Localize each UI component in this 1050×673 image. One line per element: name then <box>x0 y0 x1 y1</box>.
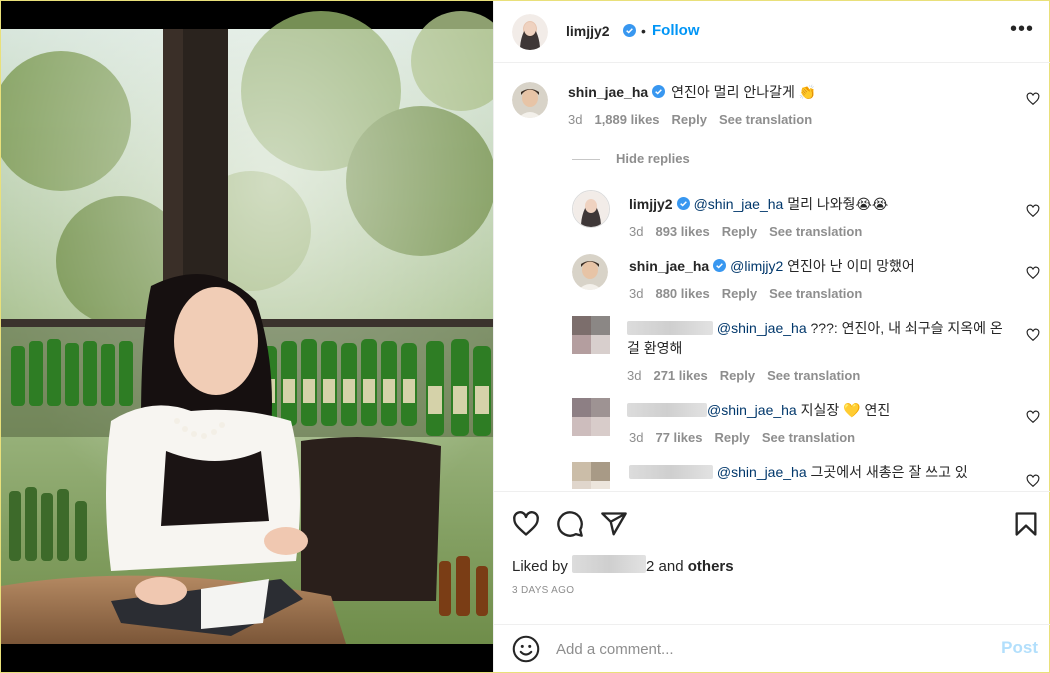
see-translation-button[interactable]: See translation <box>762 430 855 445</box>
more-options-icon[interactable]: ••• <box>1010 19 1034 41</box>
reply-mention[interactable]: @shin_jae_ha <box>717 464 807 480</box>
reply-avatar-pixelated[interactable] <box>572 398 610 436</box>
verified-badge-icon <box>652 85 666 98</box>
bookmark-icon[interactable] <box>1012 510 1040 538</box>
author-avatar[interactable] <box>512 14 548 50</box>
commenter-avatar[interactable] <box>512 82 548 118</box>
post-actions: Liked by 2 and others 3 DAYS AGO <box>494 491 1050 611</box>
like-comment-heart-icon[interactable] <box>1026 474 1040 488</box>
reply-button[interactable]: Reply <box>720 368 755 383</box>
post-header: limjjy2 • Follow ••• <box>494 1 1050 63</box>
hide-replies-button[interactable]: Hide replies <box>572 151 690 166</box>
reply-mention[interactable]: @limjjy2 <box>730 258 783 274</box>
reply-meta: 3d 880 likes Reply See translation <box>629 286 874 301</box>
comment-time[interactable]: 3d <box>568 112 582 127</box>
heart-icon[interactable] <box>512 510 540 538</box>
see-translation-button[interactable]: See translation <box>769 224 862 239</box>
share-icon[interactable] <box>600 510 628 538</box>
reply-text: 그곳에서 새총은 잘 쓰고 있 <box>810 464 968 480</box>
liked-by: Liked by 2 and others <box>512 555 734 575</box>
reply-mention[interactable]: @shin_jae_ha <box>694 196 784 212</box>
reply-likes[interactable]: 880 likes <box>655 286 709 301</box>
comment-username[interactable]: shin_jae_ha <box>568 84 648 100</box>
see-translation-button[interactable]: See translation <box>719 112 812 127</box>
blurred-liker-username[interactable] <box>572 555 647 573</box>
reply-time[interactable]: 3d <box>629 224 643 239</box>
verified-badge-icon <box>676 197 690 210</box>
reply-button[interactable]: Reply <box>672 112 707 127</box>
blurred-username[interactable] <box>627 321 713 335</box>
reply-avatar-pixelated[interactable] <box>572 316 610 354</box>
reply-button[interactable]: Reply <box>722 224 757 239</box>
blurred-username[interactable] <box>629 465 713 479</box>
separator-dot: • <box>641 23 646 39</box>
blurred-username[interactable] <box>627 403 707 417</box>
reply-time[interactable]: 3d <box>629 286 643 301</box>
comments-list[interactable]: shin_jae_ha 연진아 멀리 안나갈게 👏 3d 1,889 likes Re… <box>494 64 1050 489</box>
like-comment-heart-icon[interactable] <box>1026 328 1040 342</box>
verified-badge-icon <box>713 259 727 272</box>
reply-time[interactable]: 3d <box>629 430 643 445</box>
reply-text: 연진아 난 이미 망했어 <box>787 258 915 274</box>
like-comment-heart-icon[interactable] <box>1026 92 1040 106</box>
add-comment-bar: Post <box>494 624 1050 672</box>
reply-avatar-pixelated[interactable] <box>572 462 610 489</box>
reply-meta: 3d 893 likes Reply See translation <box>629 224 874 239</box>
post-time[interactable]: 3 DAYS AGO <box>512 585 574 596</box>
reply-text: 지실장 💛 연진 <box>800 402 891 418</box>
post-detail-panel: limjjy2 • Follow ••• shin_jae_ha 연진아 멀리 안… <box>493 1 1050 672</box>
reply-meta: 3d 77 likes Reply See translation <box>629 430 867 445</box>
follow-button[interactable]: Follow <box>652 22 700 39</box>
comment-likes[interactable]: 1,889 likes <box>594 112 659 127</box>
reply-button[interactable]: Reply <box>714 430 749 445</box>
like-comment-heart-icon[interactable] <box>1026 204 1040 218</box>
reply-mention[interactable]: @shin_jae_ha <box>707 402 797 418</box>
emoji-icon[interactable] <box>512 635 540 663</box>
see-translation-button[interactable]: See translation <box>767 368 860 383</box>
author-username[interactable]: limjjy2 <box>566 23 610 39</box>
comment-meta: 3d 1,889 likes Reply See translation <box>568 112 824 127</box>
like-comment-heart-icon[interactable] <box>1026 410 1040 424</box>
reply-likes[interactable]: 271 likes <box>653 368 707 383</box>
reply-avatar[interactable] <box>572 254 608 290</box>
reply-text: 멀리 나와줭😭😭 <box>787 196 889 212</box>
reply-time[interactable]: 3d <box>627 368 641 383</box>
comment-text: 연진아 멀리 안나갈게 👏 <box>671 84 817 100</box>
like-comment-heart-icon[interactable] <box>1026 266 1040 280</box>
reply-username[interactable]: shin_jae_ha <box>629 258 709 274</box>
see-translation-button[interactable]: See translation <box>769 286 862 301</box>
reply-meta: 3d 271 likes Reply See translation <box>627 368 872 383</box>
reply-likes[interactable]: 893 likes <box>655 224 709 239</box>
comment-input[interactable] <box>556 637 976 661</box>
liked-by-prefix: Liked by <box>512 558 568 575</box>
verified-badge-icon <box>619 23 636 41</box>
reply-avatar[interactable] <box>572 190 610 228</box>
reply-mention[interactable]: @shin_jae_ha <box>717 320 807 336</box>
post-photo[interactable] <box>1 1 493 672</box>
reply-button[interactable]: Reply <box>722 286 757 301</box>
post-comment-button[interactable]: Post <box>1001 638 1038 658</box>
liked-by-suffix: 2 and <box>646 558 684 575</box>
comment-icon[interactable] <box>556 510 584 538</box>
reply-username[interactable]: limjjy2 <box>629 196 673 212</box>
reply-likes[interactable]: 77 likes <box>655 430 702 445</box>
others-link[interactable]: others <box>688 558 734 575</box>
